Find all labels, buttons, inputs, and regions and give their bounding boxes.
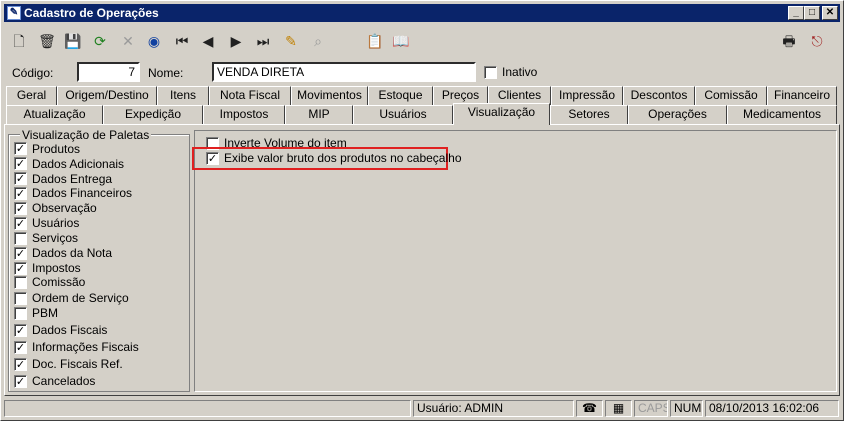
- usuarios-checkbox[interactable]: ✓: [14, 217, 27, 230]
- dados-adicionais-checkbox[interactable]: ✓: [14, 157, 27, 170]
- tab-impostos[interactable]: Impostos: [203, 105, 285, 124]
- search-icon[interactable]: ◉: [143, 31, 165, 53]
- tab-usuarios[interactable]: Usuários: [353, 105, 453, 124]
- print-icon[interactable]: 🖶: [778, 31, 800, 53]
- dados-adicionais-label: Dados Adicionais: [32, 157, 125, 171]
- next-record-icon[interactable]: ▶: [225, 31, 247, 53]
- observacao-label: Observação: [32, 201, 97, 215]
- tab-impressao[interactable]: Impressão: [551, 86, 623, 105]
- dados-da-nota-checkbox[interactable]: ✓: [14, 247, 27, 260]
- dados-da-nota-label: Dados da Nota: [32, 246, 113, 260]
- codigo-label: Código:: [12, 66, 54, 80]
- status-blank: [4, 400, 411, 417]
- nome-label: Nome:: [148, 66, 184, 80]
- previous-record-icon[interactable]: ◀: [197, 31, 219, 53]
- new-document-icon[interactable]: 🗋: [8, 31, 30, 53]
- servicos-label: Serviços: [32, 231, 79, 245]
- codigo-field[interactable]: 7: [77, 62, 140, 82]
- doc-fiscais-ref-label: Doc. Fiscais Ref.: [32, 357, 123, 371]
- cancel-icon[interactable]: ✕: [117, 31, 139, 53]
- calculator-icon: ▦: [605, 400, 632, 417]
- tab-itens[interactable]: Itens: [157, 86, 209, 105]
- find-icon[interactable]: ⌕: [307, 31, 329, 53]
- minimize-button[interactable]: _: [788, 6, 804, 20]
- comissao-label: Comissão: [32, 275, 86, 289]
- inativo-label: Inativo: [502, 65, 538, 79]
- dados-financeiros-checkbox[interactable]: ✓: [14, 187, 27, 200]
- tab-origem-destino[interactable]: Origem/Destino: [57, 86, 157, 105]
- nome-field[interactable]: VENDA DIRETA: [212, 62, 476, 82]
- ordem-de-servico-label: Ordem de Serviço: [32, 291, 129, 305]
- tab-operacoes[interactable]: Operações: [628, 105, 727, 124]
- tab-nota-fiscal[interactable]: Nota Fiscal: [209, 86, 291, 105]
- refresh-icon[interactable]: ⟳: [89, 31, 111, 53]
- dados-fiscais-checkbox[interactable]: ✓: [14, 324, 27, 337]
- status-num: NUM: [670, 400, 703, 417]
- servicos-checkbox[interactable]: [14, 232, 27, 245]
- tab-visualizacao[interactable]: Visualização: [453, 103, 550, 125]
- title-bar[interactable]: ✎ Cadastro de Operações _ □ ✕: [4, 4, 840, 22]
- tab-financeiro[interactable]: Financeiro: [767, 86, 837, 105]
- window-title: Cadastro de Operações: [24, 6, 159, 20]
- ordem-de-servico-checkbox[interactable]: [14, 292, 27, 305]
- paletas-title: Visualização de Paletas: [20, 128, 152, 142]
- impostos-label: Impostos: [32, 261, 81, 275]
- tab-movimentos[interactable]: Movimentos: [291, 86, 368, 105]
- first-record-icon[interactable]: ⏮: [171, 31, 193, 53]
- produtos-checkbox[interactable]: ✓: [14, 142, 27, 155]
- cancelados-label: Cancelados: [32, 374, 96, 388]
- status-user: Usuário: ADMIN: [413, 400, 574, 417]
- close-button[interactable]: ✕: [822, 6, 838, 20]
- pbm-label: PBM: [32, 306, 59, 320]
- informacoes-fiscais-checkbox[interactable]: ✓: [14, 341, 27, 354]
- maximize-button[interactable]: □: [804, 6, 820, 20]
- book-icon[interactable]: 📖: [390, 31, 412, 53]
- pbm-checkbox[interactable]: [14, 307, 27, 320]
- exit-icon[interactable]: ⎋: [806, 31, 828, 53]
- dados-entrega-checkbox[interactable]: ✓: [14, 172, 27, 185]
- usuarios-label: Usuários: [32, 216, 80, 230]
- inativo-checkbox[interactable]: [484, 66, 497, 79]
- informacoes-fiscais-label: Informações Fiscais: [32, 340, 139, 354]
- observacao-checkbox[interactable]: ✓: [14, 202, 27, 215]
- tab-mip[interactable]: MIP: [285, 105, 353, 124]
- comissao-checkbox[interactable]: [14, 276, 27, 289]
- last-record-icon[interactable]: ⏭: [252, 31, 274, 53]
- phone-icon: ☎: [576, 400, 603, 417]
- dados-entrega-label: Dados Entrega: [32, 172, 113, 186]
- cancelados-checkbox[interactable]: ✓: [14, 375, 27, 388]
- produtos-label: Produtos: [32, 142, 81, 156]
- app-icon: ✎: [7, 6, 21, 20]
- tab-setores[interactable]: Setores: [550, 105, 628, 124]
- delete-icon[interactable]: 🗑: [36, 31, 58, 53]
- exibe-valor-bruto-checkbox[interactable]: ✓: [206, 152, 219, 165]
- impostos-checkbox[interactable]: ✓: [14, 262, 27, 275]
- tab-atualizacao[interactable]: Atualização: [6, 105, 103, 124]
- tab-estoque[interactable]: Estoque: [368, 86, 433, 105]
- copy-icon[interactable]: 📋: [364, 31, 386, 53]
- tab-expedicao[interactable]: Expedição: [103, 105, 203, 124]
- tab-geral[interactable]: Geral: [6, 86, 57, 105]
- doc-fiscais-ref-checkbox[interactable]: ✓: [14, 358, 27, 371]
- status-caps: CAPS: [634, 400, 668, 417]
- tab-medicamentos[interactable]: Medicamentos: [727, 105, 837, 124]
- filter-icon[interactable]: ✎: [280, 31, 302, 53]
- tab-descontos[interactable]: Descontos: [623, 86, 695, 105]
- dados-financeiros-label: Dados Financeiros: [32, 186, 133, 200]
- tab-comissao[interactable]: Comissão: [695, 86, 767, 105]
- status-datetime: 08/10/2013 16:02:06: [705, 400, 839, 417]
- exibe-valor-bruto-label: Exibe valor bruto dos produtos no cabeça…: [224, 151, 462, 165]
- dados-fiscais-label: Dados Fiscais: [32, 323, 108, 337]
- save-icon[interactable]: 💾: [62, 31, 84, 53]
